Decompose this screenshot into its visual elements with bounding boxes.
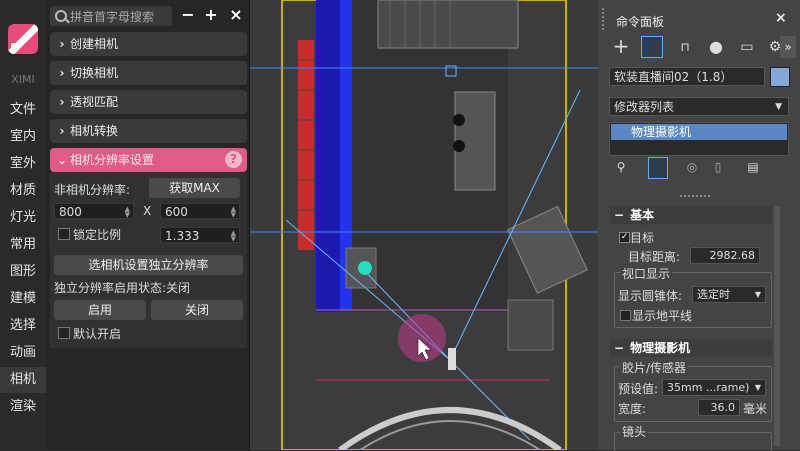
sidebar-item-camera[interactable]: 相机 (0, 367, 46, 393)
show-horizon-checkbox[interactable] (620, 310, 631, 321)
show-cone-label: 显示圆锥体: (618, 289, 683, 303)
chevron-down-icon: ▼ (754, 290, 761, 299)
rollout-basic-header[interactable]: − 基本 (610, 206, 772, 224)
target-checkbox[interactable]: ✓ (619, 232, 630, 243)
search-placeholder: 拼音首字母搜索 (70, 10, 155, 24)
section-camera-convert[interactable]: › 相机转换 (50, 119, 247, 143)
default-on-checkbox[interactable] (58, 327, 70, 339)
sidebar-item-common[interactable]: 常用 (0, 232, 46, 258)
chevron-right-icon: › (59, 124, 65, 138)
preset-dropdown[interactable]: 35mm ...rame) ▼ (662, 379, 766, 396)
lock-ratio-label: 锁定比例 (73, 228, 122, 242)
preset-label: 预设值: (618, 382, 659, 396)
unit-label: 毫米 (743, 402, 768, 416)
modifier-list-dropdown[interactable]: 修改器列表 ▼ (609, 97, 789, 116)
film-sensor-label: 胶片/传感器 (620, 359, 689, 376)
section-perspective-match[interactable]: › 透视匹配 (50, 90, 247, 114)
target-distance-field[interactable]: 2982.68 (690, 247, 760, 264)
chevron-right-icon: › (59, 37, 65, 51)
remove-modifier-icon[interactable]: ▯ (709, 160, 727, 178)
scrollbar[interactable] (774, 206, 780, 446)
ratio-spinner[interactable]: 1.333 ▲ ▼ (160, 227, 240, 243)
plus-icon[interactable]: + (201, 5, 221, 25)
help-icon[interactable]: ? (225, 151, 242, 168)
get-max-button[interactable]: 获取MAX (149, 178, 240, 198)
sidebar-item-exterior[interactable]: 室外 (0, 151, 46, 177)
rollout-physical-camera-header[interactable]: − 物理摄影机 (610, 339, 772, 357)
create-tab-icon[interactable]: + (610, 36, 632, 58)
make-unique-icon[interactable]: ◎ (683, 160, 701, 178)
show-cone-dropdown[interactable]: 选定时 ▼ (692, 286, 766, 303)
close-icon[interactable]: × (226, 5, 246, 25)
enable-button[interactable]: 启用 (54, 300, 146, 320)
viewport-scene (250, 0, 598, 450)
modify-tab-icon[interactable] (641, 36, 663, 58)
lock-ratio-checkbox[interactable] (58, 228, 70, 240)
show-end-result-icon[interactable] (648, 157, 668, 179)
minus-icon: − (614, 341, 625, 355)
sidebar-item-light[interactable]: 灯光 (0, 205, 46, 231)
times-label: X (143, 204, 152, 218)
chevron-down-icon: ▼ (754, 383, 761, 392)
width-label: 宽度: (618, 402, 647, 416)
default-on-label: 默认开启 (73, 327, 122, 341)
sidebar-item-animation[interactable]: 动画 (0, 340, 46, 366)
sidebar-item-file[interactable]: 文件 (0, 97, 46, 123)
chevron-down-icon: ▼ (775, 102, 782, 112)
sidebar-item-modeling[interactable]: 建模 (0, 286, 46, 312)
section-switch-camera[interactable]: › 切换相机 (50, 61, 247, 85)
viewport-display-label: 视口显示 (620, 265, 673, 282)
search-icon (55, 10, 67, 22)
command-panel-title: 命令面板 (616, 15, 665, 29)
disable-button[interactable]: 关闭 (151, 300, 243, 320)
object-color-swatch[interactable] (770, 67, 790, 87)
sensor-width-field[interactable]: 36.0 (698, 399, 740, 416)
ximi-logo-icon (8, 24, 38, 54)
section-create-camera[interactable]: › 创建相机 (50, 32, 247, 56)
pin-stack-icon[interactable]: ⚲ (612, 160, 630, 178)
chevron-right-icon: › (59, 95, 65, 109)
target-label: 目标 (630, 231, 655, 245)
set-independent-resolution-button[interactable]: 选相机设置独立分辨率 (54, 255, 243, 275)
width-spinner[interactable]: 800 ▲ ▼ (54, 203, 134, 219)
resolution-label: 非相机分辨率: (54, 183, 131, 197)
hierarchy-tab-icon[interactable]: ⊓ (674, 36, 696, 58)
independent-status-text: 独立分辨率启用状态:关闭 (54, 281, 191, 295)
lens-label: 镜头 (620, 423, 649, 440)
viewport[interactable] (250, 0, 598, 450)
motion-tab-icon[interactable]: ● (705, 36, 727, 58)
close-panel-icon[interactable]: × (775, 10, 787, 26)
sidebar-item-render[interactable]: 渲染 (0, 394, 46, 420)
sidebar-item-select[interactable]: 选择 (0, 313, 46, 339)
target-distance-label: 目标距离: (628, 250, 681, 264)
object-name-field[interactable]: 软装直播间02（1.8） (609, 67, 765, 86)
sidebar-item-material[interactable]: 材质 (0, 178, 46, 204)
configure-sets-icon[interactable]: ▤ (744, 160, 762, 178)
stack-item-physical-camera[interactable]: 物理摄影机 (611, 124, 787, 140)
more-tabs-icon[interactable]: » (780, 36, 796, 58)
brand-label: XIMI (11, 73, 35, 86)
chevron-right-icon: › (59, 66, 65, 80)
show-horizon-label: 显示地平线 (632, 309, 693, 323)
display-tab-icon[interactable]: ▭ (736, 36, 758, 58)
divider-grip[interactable] (680, 195, 710, 197)
section-camera-resolution[interactable]: ⌄ 相机分辨率设置 (50, 148, 247, 172)
sidebar-item-interior[interactable]: 室内 (0, 124, 46, 150)
minus-icon: − (614, 208, 625, 222)
panel-grip-icon[interactable] (602, 8, 609, 30)
minus-icon[interactable]: − (178, 5, 198, 25)
height-spinner[interactable]: 600 ▲ ▼ (160, 203, 240, 219)
chevron-down-icon: ⌄ (56, 153, 68, 167)
sidebar-item-shape[interactable]: 图形 (0, 259, 46, 285)
